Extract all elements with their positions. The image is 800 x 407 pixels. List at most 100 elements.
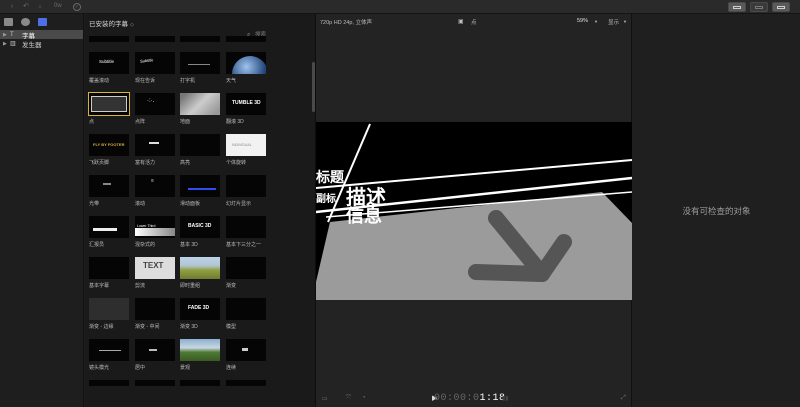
title-tile[interactable]: Subtitle 现在告诉	[135, 52, 175, 84]
title-tile[interactable]: TUMBLE 3D 翻滚 3D	[226, 93, 266, 125]
browser-header[interactable]: 已安装的字幕 ◇	[85, 14, 315, 28]
title-tile[interactable]: 镜头模光	[89, 339, 129, 371]
title-thumbnail	[135, 380, 175, 386]
title-tile[interactable]: Lower Third 混杂式的	[135, 216, 175, 248]
title-tile[interactable]	[226, 36, 266, 42]
title-thumbnail	[226, 257, 266, 279]
title-tile[interactable]: ·:·. 点阵	[135, 93, 175, 125]
title-tile[interactable]: 高亮	[180, 134, 220, 166]
title-preview-graphic: 描述 信息 标题 副标	[316, 123, 632, 300]
timeline-layout-button[interactable]	[750, 2, 768, 12]
title-thumbnail	[89, 216, 129, 238]
speed-icon[interactable]: ◔	[362, 395, 366, 401]
title-tile[interactable]: ≡ 滚动	[135, 175, 175, 207]
transform-icon[interactable]: ⤧	[346, 395, 351, 402]
title-thumbnail	[88, 92, 130, 116]
title-tile[interactable]	[180, 36, 220, 42]
title-tile[interactable]: 打字机	[180, 52, 220, 84]
title-tile[interactable]: 模型	[226, 298, 266, 330]
title-tile-label: 个体旋转	[226, 160, 247, 166]
inspector-layout-button[interactable]	[772, 2, 790, 12]
titles-browser: 已安装的字幕◇ ⌕ Subtitle覆盖滚动Subtitle现在告诉打字机天气点…	[85, 14, 316, 407]
title-tile[interactable]: BASIC 3D 基本 3D	[180, 216, 220, 248]
title-tile-label: 景观	[180, 365, 191, 371]
title-tile[interactable]: 点	[88, 92, 130, 125]
layout-buttons	[728, 2, 790, 12]
title-thumbnail: BASIC 3D	[180, 216, 220, 238]
disclosure-triangle-icon[interactable]: ▶	[3, 41, 10, 47]
sidebar-item-generators[interactable]: ▶ ▥ 发生器	[0, 39, 83, 49]
disclosure-triangle-icon[interactable]: ▶	[3, 32, 10, 38]
title-tile[interactable]	[226, 380, 266, 386]
timecode-dim: 00:00:0	[434, 393, 480, 404]
title-tile[interactable]: 光带	[89, 175, 129, 207]
title-tile[interactable]: FADE 3D 渐变 3D	[180, 298, 220, 330]
title-tile[interactable]: 渐变	[226, 257, 266, 289]
back-icon[interactable]: ‹	[8, 3, 16, 11]
title-tile[interactable]: INDIVIDUAL 个体旋转	[226, 134, 266, 166]
title-tile[interactable]	[135, 380, 175, 386]
title-tile[interactable]: 基本字幕	[89, 257, 129, 289]
title-tile[interactable]: 基本下三分之一	[226, 216, 266, 248]
title-tile-label: 滚动	[135, 201, 146, 207]
sidebar-item-titles[interactable]: ▶ T 字幕	[0, 30, 83, 40]
import-down-arrow-icon[interactable]: ↓	[36, 3, 44, 11]
title-tile-label: 基本 3D	[180, 242, 198, 248]
check-circle-icon[interactable]: ✓	[73, 3, 81, 11]
browser-scrollbar[interactable]	[312, 62, 315, 112]
title-tile[interactable]: 地面	[180, 93, 220, 125]
title-thumbnail	[135, 298, 175, 320]
title-tile[interactable]: TEXT 剪流	[135, 257, 175, 289]
title-tile[interactable]	[89, 380, 129, 386]
titles-generators-icon[interactable]	[38, 18, 47, 26]
top-toolbar: ‹ ↶ ↓ 0w ✓	[0, 0, 800, 14]
title-tile-label: 渐变	[226, 283, 237, 289]
title-tile-label: 汇报员	[89, 242, 105, 248]
display-menu[interactable]: 显示	[608, 18, 619, 26]
keyword-text[interactable]: 0w	[54, 3, 62, 9]
title-tile[interactable]: 即时重组	[180, 257, 220, 289]
title-thumbnail	[89, 257, 129, 279]
title-tile[interactable]: 渐变 - 中间	[135, 298, 175, 330]
title-tile[interactable]: Subtitle 覆盖滚动	[89, 52, 129, 84]
title-tile-label: 点阵	[135, 119, 146, 125]
preview-text-line2: 信息	[346, 205, 382, 227]
title-tile[interactable]: 富有活力	[135, 134, 175, 166]
title-tile[interactable]	[89, 36, 129, 42]
view-options-icon[interactable]: ▭	[322, 395, 328, 402]
title-thumbnail: TUMBLE 3D	[226, 93, 266, 115]
browser-title: 已安装的字幕	[89, 21, 128, 28]
zoom-menu[interactable]: 59%	[577, 18, 588, 24]
title-tile[interactable]: 景观	[180, 339, 220, 371]
sidebar-tools	[0, 14, 83, 30]
title-tile[interactable]	[135, 36, 175, 42]
title-thumbnail	[180, 380, 220, 386]
title-tile-label: 连续	[226, 365, 237, 371]
title-tile[interactable]: 居中	[135, 339, 175, 371]
title-tile[interactable]: 汇报员	[89, 216, 129, 248]
title-tile[interactable]: 渐变 - 边缘	[89, 298, 129, 330]
music-icon[interactable]	[21, 18, 30, 26]
undo-arrow-icon[interactable]: ↶	[22, 3, 30, 11]
library-layout-button[interactable]	[728, 2, 746, 12]
title-thumbnail	[180, 134, 220, 156]
fullscreen-icon[interactable]: ⤢	[621, 395, 626, 402]
title-tile[interactable]: 天气	[226, 52, 266, 84]
title-tile[interactable]	[180, 380, 220, 386]
title-thumbnail	[226, 52, 266, 74]
inspector: 没有可检查的对象	[633, 14, 800, 407]
title-thumbnail	[89, 380, 129, 386]
media-browser-icon[interactable]	[4, 18, 13, 26]
format-label: 720p HD 24p, 立体声	[320, 20, 372, 26]
title-tile-label: 基本字幕	[89, 283, 110, 289]
title-thumbnail	[135, 339, 175, 361]
title-thumbnail	[89, 298, 129, 320]
viewer: 720p HD 24p, 立体声 ▣ 点 59% ▼ 显示 ▼ 描述 信息 标题…	[316, 14, 632, 407]
title-tile[interactable]: 滑动面板	[180, 175, 220, 207]
title-tile[interactable]: FLY BY FOOTER 飞跃页脚	[89, 134, 129, 166]
preview-text-side: 副标	[316, 192, 336, 205]
title-tile[interactable]: 连续	[226, 339, 266, 371]
title-tile[interactable]: 幻灯片显示	[226, 175, 266, 207]
inspector-layout-icon	[777, 6, 785, 9]
video-canvas[interactable]: 描述 信息 标题 副标	[316, 122, 632, 300]
